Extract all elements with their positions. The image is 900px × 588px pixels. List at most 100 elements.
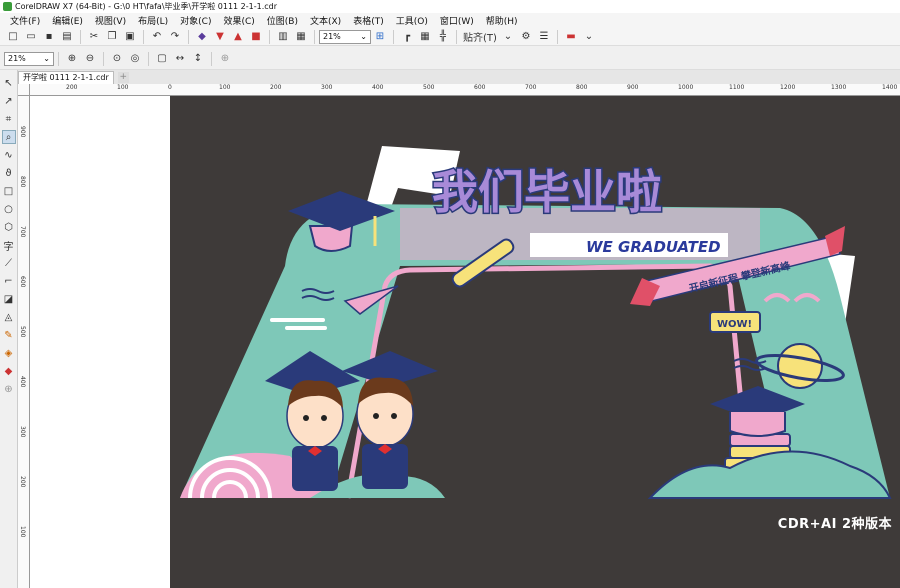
add-tool-icon[interactable]: ⊕ xyxy=(2,382,16,396)
redo-icon[interactable]: ↷ xyxy=(167,29,183,45)
vertical-ruler[interactable]: 900 800 700 600 500 400 300 200 100 xyxy=(18,96,30,588)
chevron-down-icon: ⌄ xyxy=(43,54,50,63)
ruler-tick-label: 800 xyxy=(576,84,588,91)
window-title: CorelDRAW X7 (64-Bit) - G:\0 HT\fafa\毕业季… xyxy=(15,2,278,11)
cut-icon[interactable]: ✂ xyxy=(86,29,102,45)
coreldraw-app-icon xyxy=(3,2,12,11)
add-document-icon[interactable]: + xyxy=(117,71,129,83)
search-content-icon[interactable]: ◆ xyxy=(194,29,210,45)
ruler-tick-label: 200 xyxy=(270,84,282,91)
menu-edit[interactable]: 编辑(E) xyxy=(46,14,89,27)
property-zoom-select[interactable]: 21% ⌄ xyxy=(4,51,54,66)
copy-icon[interactable]: ❐ xyxy=(104,29,120,45)
pick-tool-icon[interactable]: ↖ xyxy=(2,76,16,90)
property-bar: 21% ⌄ ⊕ ⊖ ⊙ ◎ ▢ ↔ ↕ ⊕ xyxy=(0,48,900,70)
menu-window[interactable]: 窗口(W) xyxy=(434,14,480,27)
ellipse-tool-icon[interactable]: ○ xyxy=(2,202,16,216)
drawing-canvas[interactable]: 我们毕业啦 WE GRADUATED 开启新征程 攀登新高峰 WOW! CDR+… xyxy=(30,96,900,588)
artwork-title-cn: 我们毕业啦 xyxy=(432,165,662,219)
menu-layout[interactable]: 布局(L) xyxy=(132,14,174,27)
undo-icon[interactable]: ↶ xyxy=(149,29,165,45)
smart-fill-icon[interactable]: ◆ xyxy=(2,364,16,378)
ruler-tick-label: 800 xyxy=(19,176,26,188)
zoom-out-icon[interactable]: ⊖ xyxy=(82,51,98,67)
zoom-to-page-icon[interactable]: ▢ xyxy=(154,51,170,67)
standard-toolbar: □ ▭ ▪ ▤ ✂ ❐ ▣ ↶ ↷ ◆ ▼ ▲ ■ ▥ ▦ 21% ⌄ ⊞ ┏ … xyxy=(0,28,900,46)
zoom-tool-icon[interactable]: ⌕ xyxy=(1,130,16,144)
ruler-tick-label: 500 xyxy=(423,84,435,91)
show-grid-icon[interactable]: ▦ xyxy=(417,29,433,45)
app-launcher-icon[interactable]: ▥ xyxy=(275,29,291,45)
horizontal-ruler[interactable]: 200 100 0 100 200 300 400 500 600 700 800 900 1000 11… xyxy=(30,84,900,96)
menu-bitmaps[interactable]: 位图(B) xyxy=(261,14,304,27)
zoom-level-value: 21% xyxy=(323,32,341,41)
ruler-tick-label: 600 xyxy=(19,276,26,288)
menu-help[interactable]: 帮助(H) xyxy=(480,14,524,27)
menu-effects[interactable]: 效果(C) xyxy=(217,14,260,27)
menu-table[interactable]: 表格(T) xyxy=(347,14,390,27)
zoom-to-page-height-icon[interactable]: ↕ xyxy=(190,51,206,67)
chevron-down-icon[interactable]: ⌄ xyxy=(581,29,597,45)
ruler-tick-label: 400 xyxy=(19,376,26,388)
zoom-level-select[interactable]: 21% ⌄ xyxy=(319,29,371,44)
paste-icon[interactable]: ▣ xyxy=(122,29,138,45)
show-guidelines-icon[interactable]: ╬ xyxy=(435,29,451,45)
zoom-to-selected-icon[interactable]: ⊙ xyxy=(109,51,125,67)
snap-to-dropdown[interactable]: 贴齐(T) xyxy=(462,29,498,45)
document-tab-bar: 开学啦 0111 2-1-1.cdr + xyxy=(18,70,900,84)
ruler-tick-label: 1100 xyxy=(729,84,745,91)
ruler-tick-label: 900 xyxy=(19,126,26,138)
open-icon[interactable]: ▭ xyxy=(23,29,39,45)
speed-line xyxy=(270,318,325,322)
add-icon[interactable]: ⊕ xyxy=(217,51,233,67)
save-icon[interactable]: ▪ xyxy=(41,29,57,45)
freehand-tool-icon[interactable]: ∿ xyxy=(2,148,16,162)
zoom-in-icon[interactable]: ⊕ xyxy=(64,51,80,67)
title-bar: CorelDRAW X7 (64-Bit) - G:\0 HT\fafa\毕业季… xyxy=(0,0,900,13)
ruler-tick-label: 200 xyxy=(66,84,78,91)
welcome-screen-icon[interactable]: ▦ xyxy=(293,29,309,45)
snap-to-label: 贴齐(T) xyxy=(463,33,497,44)
shape-tool-icon[interactable]: ↗ xyxy=(2,94,16,108)
show-rulers-icon[interactable]: ┏ xyxy=(399,29,415,45)
document-tab[interactable]: 开学啦 0111 2-1-1.cdr xyxy=(18,70,114,84)
full-screen-preview-icon[interactable]: ⊞ xyxy=(372,29,388,45)
new-icon[interactable]: □ xyxy=(5,29,21,45)
menu-view[interactable]: 视图(V) xyxy=(89,14,132,27)
ruler-tick-label: 1200 xyxy=(780,84,796,91)
divider xyxy=(80,29,81,44)
parallel-dimension-icon[interactable]: ⟋ xyxy=(2,256,16,270)
options-icon[interactable]: ⚙ xyxy=(518,29,534,45)
menu-tools[interactable]: 工具(O) xyxy=(390,14,434,27)
crop-tool-icon[interactable]: ⌗ xyxy=(2,112,16,126)
graduation-arch-artwork[interactable]: 我们毕业啦 WE GRADUATED 开启新征程 攀登新高峰 WOW! xyxy=(30,96,900,588)
text-tool-icon[interactable]: 字 xyxy=(2,238,16,253)
ruler-tick-label: 600 xyxy=(474,84,486,91)
chevron-down-icon[interactable]: ⌄ xyxy=(500,29,516,45)
menu-file[interactable]: 文件(F) xyxy=(4,14,46,27)
transparency-tool-icon[interactable]: ◬ xyxy=(2,310,16,324)
menu-text[interactable]: 文本(X) xyxy=(304,14,347,27)
ruler-tick-label: 0 xyxy=(168,84,172,91)
launch-icon[interactable]: ▬ xyxy=(563,29,579,45)
ruler-tick-label: 300 xyxy=(321,84,333,91)
import-icon[interactable]: ▼ xyxy=(212,29,228,45)
drop-shadow-icon[interactable]: ◪ xyxy=(2,292,16,306)
zoom-to-all-objects-icon[interactable]: ◎ xyxy=(127,51,143,67)
divider xyxy=(143,29,144,44)
polygon-tool-icon[interactable]: ⬡ xyxy=(2,220,16,234)
ruler-tick-label: 100 xyxy=(19,526,26,538)
zoom-to-page-width-icon[interactable]: ↔ xyxy=(172,51,188,67)
color-eyedropper-icon[interactable]: ✎ xyxy=(2,328,16,342)
artistic-media-icon[interactable]: ϑ xyxy=(2,166,16,180)
export-icon[interactable]: ▲ xyxy=(230,29,246,45)
ruler-corner[interactable] xyxy=(18,84,30,96)
object-manager-icon[interactable]: ☰ xyxy=(536,29,552,45)
connector-tool-icon[interactable]: ⌐ xyxy=(2,274,16,288)
interactive-fill-icon[interactable]: ◈ xyxy=(2,346,16,360)
pink-inner-arch xyxy=(345,263,753,499)
menu-object[interactable]: 对象(C) xyxy=(174,14,217,27)
print-icon[interactable]: ▤ xyxy=(59,29,75,45)
publish-pdf-icon[interactable]: ■ xyxy=(248,29,264,45)
rectangle-tool-icon[interactable]: □ xyxy=(2,184,16,198)
